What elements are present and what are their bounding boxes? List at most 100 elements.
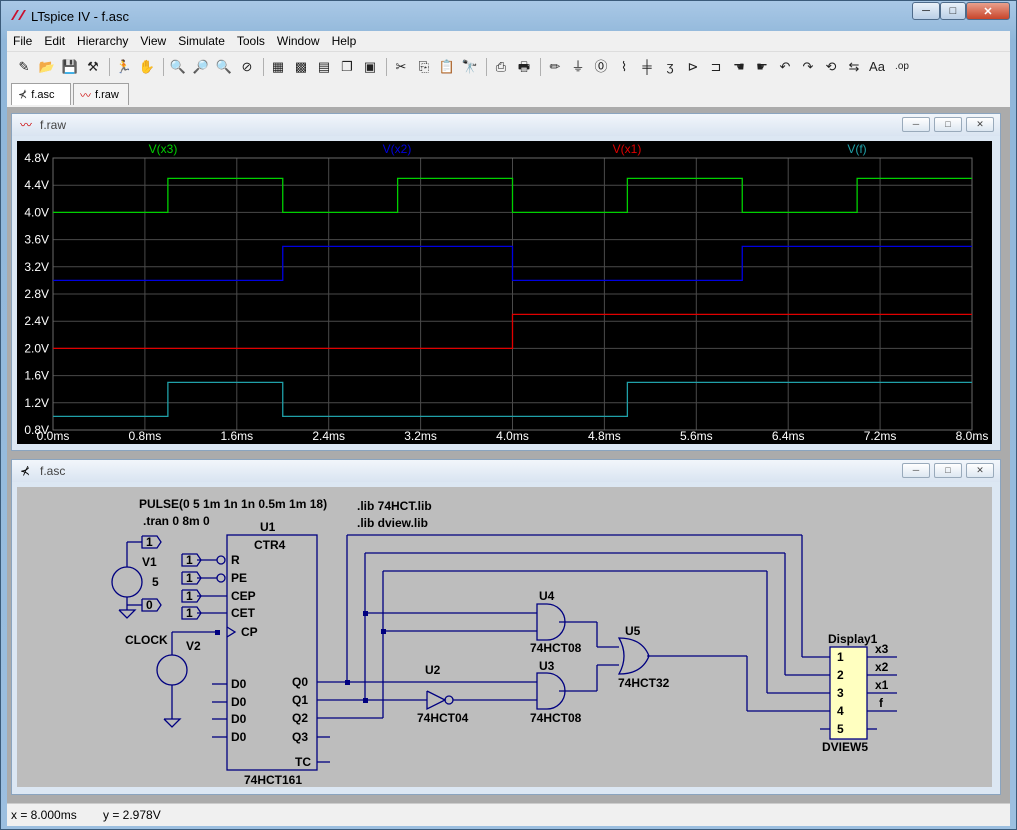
grid-icon[interactable]: ▩ bbox=[292, 58, 310, 76]
display-pin-1: 1 bbox=[837, 650, 844, 664]
close-button[interactable]: ✕ bbox=[966, 117, 994, 132]
menu-help[interactable]: Help bbox=[326, 34, 363, 48]
menu-view[interactable]: View bbox=[134, 34, 172, 48]
u1-pin-tc: TC bbox=[295, 755, 311, 769]
diode-icon[interactable]: ⊳ bbox=[684, 58, 702, 76]
open-folder-icon[interactable]: 📂 bbox=[38, 58, 56, 76]
capacitor-icon[interactable]: ╪ bbox=[638, 58, 656, 76]
schematic-labels: PULSE(0 5 1m 1n 1n 0.5m 1m 18) .tran 0 8… bbox=[125, 497, 889, 787]
menu-simulate[interactable]: Simulate bbox=[172, 34, 231, 48]
copy-icon[interactable]: ⎘ bbox=[415, 58, 433, 76]
pan-hand-icon[interactable]: ✋ bbox=[138, 58, 156, 76]
waveform-window-buttons: ─ □ ✕ bbox=[902, 117, 994, 132]
zoom-area-icon[interactable]: 🔎 bbox=[192, 58, 210, 76]
mirror-icon[interactable]: ⇆ bbox=[845, 58, 863, 76]
tran-directive: .tran 0 8m 0 bbox=[143, 514, 210, 528]
status-y: y = 2.978V bbox=[103, 808, 161, 822]
x-tick-label: 1.6ms bbox=[220, 429, 253, 443]
document-tabs: ⊀ f.asc 〰 f.raw bbox=[7, 81, 1010, 107]
zoom-cancel-icon[interactable]: ⊘ bbox=[238, 58, 256, 76]
toolbar-separator bbox=[486, 58, 487, 76]
toolbar-separator bbox=[263, 58, 264, 76]
zoom-out-icon[interactable]: 🔍 bbox=[215, 58, 233, 76]
u2-part: 74HCT04 bbox=[417, 711, 469, 725]
cascade-icon[interactable]: ❐ bbox=[338, 58, 356, 76]
maximize-button[interactable]: □ bbox=[934, 463, 962, 478]
close-button[interactable]: ✕ bbox=[966, 2, 1010, 20]
print-setup-icon[interactable]: ⎙ bbox=[492, 58, 510, 76]
u1-pin-cep: CEP bbox=[231, 589, 256, 603]
run-icon[interactable]: 🏃 bbox=[115, 58, 133, 76]
draw-wire-icon[interactable]: ✏ bbox=[546, 58, 564, 76]
menu-file[interactable]: File bbox=[7, 34, 38, 48]
inductor-icon[interactable]: ʒ bbox=[661, 58, 679, 76]
trace-vx2 bbox=[53, 245, 972, 282]
waveform-plot[interactable]: 0.0ms 0.8ms 1.6ms 2.4ms 3.2ms 4.0ms 4.8ms 5.6ms… bbox=[17, 141, 992, 444]
waveform-chart[interactable]: 0.0ms 0.8ms 1.6ms 2.4ms 3.2ms 4.0ms 4.8ms 5.6ms… bbox=[17, 141, 992, 444]
x-tick-label: 8.0ms bbox=[956, 429, 989, 443]
u3-name: U3 bbox=[539, 659, 555, 673]
ltspice-main-window: LTspice IV - f.asc ─ □ ✕ File Edit Hiera… bbox=[0, 0, 1017, 830]
display-part: DVIEW5 bbox=[822, 740, 868, 754]
legend-entry[interactable]: V(x3) bbox=[149, 142, 178, 156]
legend-entry[interactable]: V(x2) bbox=[383, 142, 412, 156]
paste-icon[interactable]: 📋 bbox=[438, 58, 456, 76]
waveform-window-titlebar[interactable]: 〰 f.raw ─ □ ✕ bbox=[12, 114, 1000, 136]
v1-name: V1 bbox=[142, 555, 157, 569]
open-schematic-icon[interactable]: ✎ bbox=[15, 58, 33, 76]
spice-directive-icon[interactable]: .op bbox=[891, 58, 913, 76]
text-icon[interactable]: Aa bbox=[868, 58, 886, 76]
v1-value: 5 bbox=[152, 575, 159, 589]
save-icon[interactable]: 💾 bbox=[61, 58, 79, 76]
schematic-canvas[interactable]: PULSE(0 5 1m 1n 1n 0.5m 1m 18) .tran 0 8… bbox=[17, 487, 992, 787]
minimize-button[interactable]: ─ bbox=[902, 463, 930, 478]
tab-f-raw[interactable]: 〰 f.raw bbox=[73, 83, 129, 105]
menu-window[interactable]: Window bbox=[271, 34, 326, 48]
tile-horizontal-icon[interactable]: ▤ bbox=[315, 58, 333, 76]
minimize-button[interactable]: ─ bbox=[902, 117, 930, 132]
zoom-in-icon[interactable]: 🔍 bbox=[169, 58, 187, 76]
print-icon[interactable]: 🖶 bbox=[515, 58, 533, 76]
schematic-icon: ⊀ bbox=[18, 89, 28, 101]
maximize-button[interactable]: □ bbox=[940, 2, 966, 20]
maximize-button[interactable]: □ bbox=[934, 117, 962, 132]
resistor-icon[interactable]: ⌇ bbox=[615, 58, 633, 76]
redo-icon[interactable]: ↷ bbox=[799, 58, 817, 76]
rotate-icon[interactable]: ⟲ bbox=[822, 58, 840, 76]
undo-icon[interactable]: ↶ bbox=[776, 58, 794, 76]
menu-edit[interactable]: Edit bbox=[38, 34, 71, 48]
label-net-icon[interactable]: ⓪ bbox=[592, 58, 610, 76]
y-tick-label: 1.2V bbox=[24, 396, 49, 410]
trace-vx1 bbox=[53, 313, 972, 350]
schematic-drawing[interactable]: PULSE(0 5 1m 1n 1n 0.5m 1m 18) .tran 0 8… bbox=[17, 487, 992, 787]
component-icon[interactable]: ⊐ bbox=[707, 58, 725, 76]
legend-entry[interactable]: V(x1) bbox=[613, 142, 642, 156]
u1-pin-r: R bbox=[231, 553, 240, 567]
hammer-icon[interactable]: ⚒ bbox=[84, 58, 102, 76]
cut-icon[interactable]: ✂ bbox=[392, 58, 410, 76]
u3-part: 74HCT08 bbox=[530, 711, 582, 725]
tab-f-asc[interactable]: ⊀ f.asc bbox=[11, 83, 71, 105]
schematic-window: ⊀ f.asc ─ □ ✕ PULSE(0 5 1m 1n 1n 0.5m 1m… bbox=[11, 459, 1001, 795]
drag-icon[interactable]: ☛ bbox=[753, 58, 771, 76]
u2-name: U2 bbox=[425, 663, 441, 677]
menu-hierarchy[interactable]: Hierarchy bbox=[71, 34, 134, 48]
autorange-icon[interactable]: ▦ bbox=[269, 58, 287, 76]
u1-pin-pe: PE bbox=[231, 571, 247, 585]
schematic-icon: ⊀ bbox=[20, 464, 31, 478]
tile-icon[interactable]: ▣ bbox=[361, 58, 379, 76]
move-icon[interactable]: ☚ bbox=[730, 58, 748, 76]
y-tick-label: 0.8V bbox=[24, 423, 49, 437]
minimize-button[interactable]: ─ bbox=[912, 2, 940, 20]
close-button[interactable]: ✕ bbox=[966, 463, 994, 478]
ground-icon[interactable]: ⏚ bbox=[569, 58, 587, 76]
schematic-window-titlebar[interactable]: ⊀ f.asc ─ □ ✕ bbox=[12, 460, 1000, 482]
y-tick-label: 3.6V bbox=[24, 233, 49, 247]
find-icon[interactable]: 🔭 bbox=[461, 58, 479, 76]
u1-name: U1 bbox=[260, 520, 276, 534]
menu-tools[interactable]: Tools bbox=[231, 34, 271, 48]
legend-entry[interactable]: V(f) bbox=[847, 142, 866, 156]
waveform-icon: 〰 bbox=[20, 118, 33, 132]
status-x: x = 8.000ms bbox=[11, 808, 77, 822]
title-bar[interactable]: LTspice IV - f.asc ─ □ ✕ bbox=[1, 1, 1016, 31]
